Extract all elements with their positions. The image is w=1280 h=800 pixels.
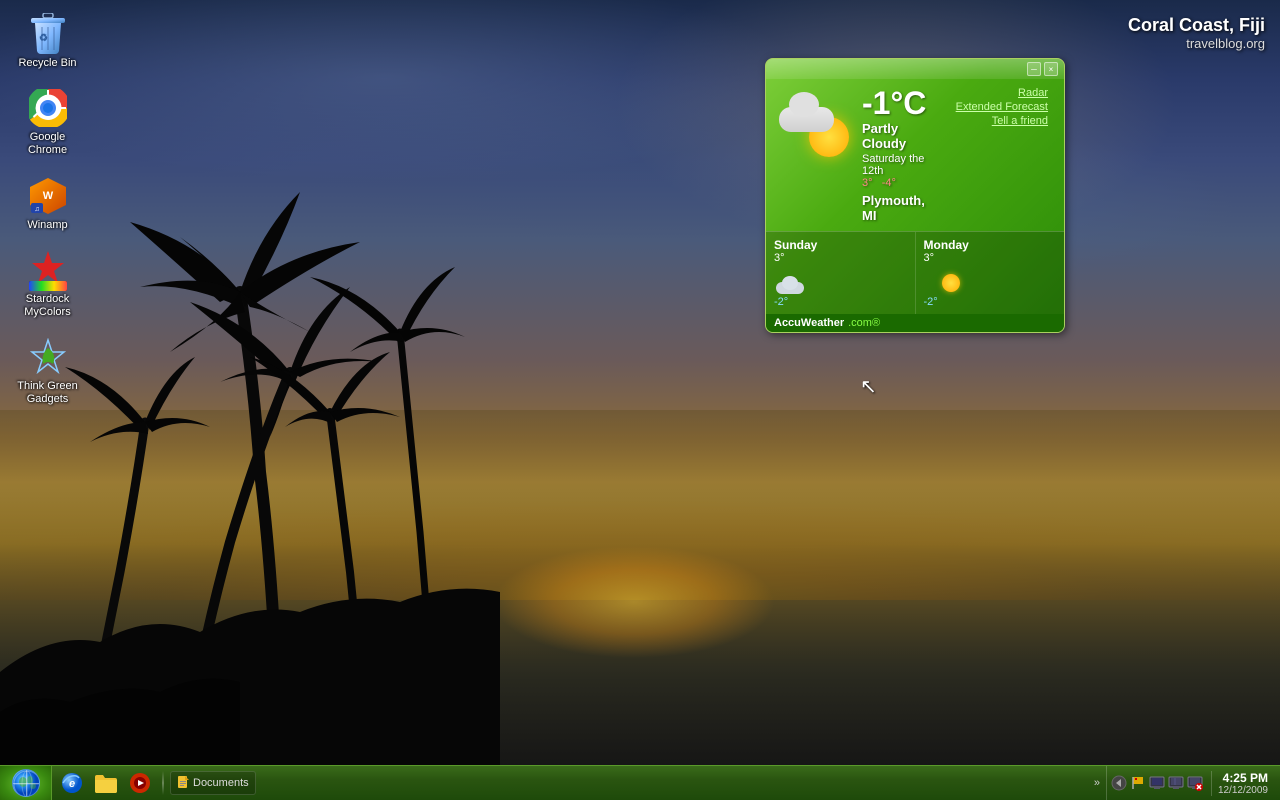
weather-extended-forecast-link[interactable]: Extended Forecast	[956, 101, 1048, 113]
cloud-icon	[774, 92, 839, 132]
wallpaper-location: Coral Coast, Fiji	[1128, 15, 1265, 36]
desktop-icon-stardock-mycolors[interactable]: StardockMyColors	[10, 246, 85, 323]
weather-location: Plymouth, MI	[862, 193, 940, 223]
weather-radar-link[interactable]: Radar	[1018, 87, 1048, 99]
weather-date: Saturday the 12th	[862, 153, 940, 177]
documents-task-button[interactable]: Documents	[170, 771, 256, 795]
weather-tell-friend-link[interactable]: Tell a friend	[992, 115, 1048, 127]
weather-main: -1°C Partly Cloudy Saturday the 12th 3° …	[766, 79, 1064, 231]
forecast-sunday-label: Sunday	[774, 238, 907, 252]
weather-icon-area	[774, 87, 854, 167]
forecast-sunday-low: -2°	[774, 296, 907, 308]
start-button[interactable]	[0, 766, 52, 800]
tray-back-icon[interactable]	[1111, 775, 1127, 791]
weather-temperature: -1°C	[862, 87, 940, 119]
weather-info: -1°C Partly Cloudy Saturday the 12th 3° …	[862, 87, 940, 223]
taskbar-quick-launch: e	[52, 767, 160, 799]
weather-forecast: Sunday 3° -2° Monday 3° -2°	[766, 231, 1064, 314]
wallpaper-label: Coral Coast, Fiji travelblog.org	[1128, 15, 1265, 51]
taskbar-right: »	[1086, 766, 1280, 800]
tray-flag-icon[interactable]	[1130, 775, 1146, 791]
recycle-bin-label: Recycle Bin	[18, 57, 76, 70]
weather-brand-name: AccuWeather	[774, 317, 844, 329]
desktop-icon-winamp[interactable]: W ♫ Winamp	[10, 172, 85, 236]
svg-text:♫: ♫	[34, 206, 39, 213]
start-globe-icon	[12, 769, 40, 797]
winamp-icon: W ♫	[28, 176, 68, 216]
taskbar-expand-button[interactable]: »	[1092, 777, 1102, 789]
desktop-icon-think-green-gadgets[interactable]: Think GreenGadgets	[10, 333, 85, 410]
think-green-gadgets-label: Think GreenGadgets	[17, 380, 78, 406]
desktop: Coral Coast, Fiji travelblog.org	[0, 0, 1280, 800]
tray-close-icon[interactable]	[1187, 775, 1203, 791]
desktop-icon-google-chrome[interactable]: GoogleChrome	[10, 84, 85, 161]
forecast-monday-label: Monday	[924, 238, 1057, 252]
weather-range: 3° -4°	[862, 177, 940, 189]
weather-condition: Partly Cloudy	[862, 121, 940, 151]
system-clock[interactable]: 4:25 PM 12/12/2009	[1211, 771, 1274, 796]
svg-text:W: W	[42, 190, 53, 202]
desktop-icons: ♻ Recycle Bin	[10, 10, 85, 411]
quick-launch-separator	[162, 771, 164, 795]
documents-label: Documents	[193, 777, 249, 789]
wallpaper-site: travelblog.org	[1128, 36, 1265, 51]
weather-widget: ─ × -1°C Partly Cloudy Saturday the 12th…	[765, 58, 1065, 333]
google-chrome-label: GoogleChrome	[28, 131, 67, 157]
system-tray	[1106, 766, 1207, 800]
stardock-mycolors-icon	[28, 250, 68, 290]
weather-links: Radar Extended Forecast Tell a friend	[948, 87, 1056, 223]
taskbar-media-player-icon[interactable]	[124, 767, 156, 799]
forecast-monday-low: -2°	[924, 296, 1057, 308]
tray-monitor-icon[interactable]	[1149, 775, 1165, 791]
sunday-cloud-icon	[774, 276, 806, 294]
taskbar-folder-icon[interactable]	[90, 767, 122, 799]
taskbar-tasks: Documents	[166, 771, 1086, 795]
clock-time: 4:25 PM	[1218, 771, 1268, 785]
weather-close-button[interactable]: ×	[1044, 62, 1058, 76]
weather-brand-suffix: .com®	[848, 317, 880, 329]
winamp-label: Winamp	[27, 219, 67, 232]
forecast-day-monday: Monday 3° -2°	[916, 232, 1065, 314]
weather-titlebar: ─ ×	[766, 59, 1064, 79]
svg-text:e: e	[69, 778, 75, 790]
forecast-monday-high: 3°	[924, 252, 1057, 264]
think-green-gadgets-icon	[28, 337, 68, 377]
recycle-bin-icon: ♻	[28, 14, 68, 54]
tray-monitor2-icon[interactable]	[1168, 775, 1184, 791]
weather-brand: AccuWeather .com®	[766, 314, 1064, 332]
monday-sun-icon	[942, 274, 960, 292]
stardock-mycolors-label: StardockMyColors	[24, 293, 70, 319]
google-chrome-icon	[28, 88, 68, 128]
forecast-sunday-icon	[774, 266, 810, 294]
weather-low: -4°	[882, 177, 896, 189]
forecast-day-sunday: Sunday 3° -2°	[766, 232, 916, 314]
weather-minimize-button[interactable]: ─	[1027, 62, 1041, 76]
taskbar: e	[0, 765, 1280, 800]
forecast-monday-icon	[924, 266, 960, 294]
forecast-sunday-high: 3°	[774, 252, 907, 264]
taskbar-ie-icon[interactable]: e	[56, 767, 88, 799]
palm-trees	[0, 92, 600, 772]
weather-high: 3°	[862, 177, 873, 189]
clock-date: 12/12/2009	[1218, 785, 1268, 796]
desktop-icon-recycle-bin[interactable]: ♻ Recycle Bin	[10, 10, 85, 74]
svg-text:♻: ♻	[39, 33, 48, 44]
